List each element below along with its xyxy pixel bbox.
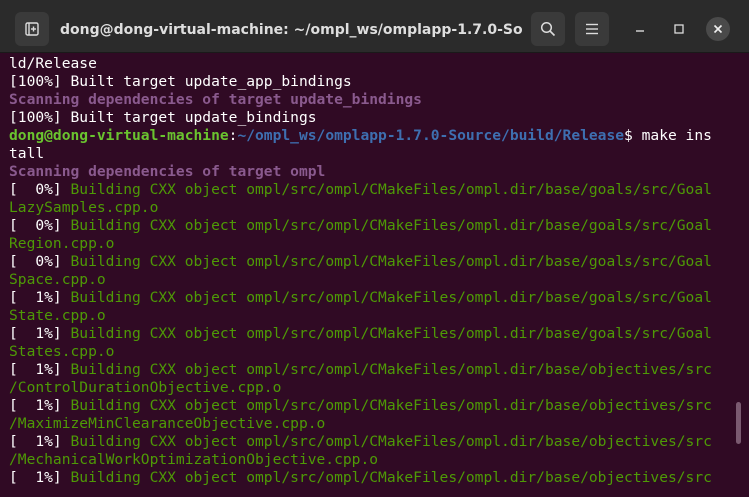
- terminal-text-white: [ 1%]: [9, 325, 71, 342]
- terminal-text-green: Building CXX object ompl/src/ompl/CMakeF…: [70, 181, 712, 198]
- terminal-text-white: [ 1%]: [9, 469, 71, 486]
- terminal-text-green: Space.cpp.o: [9, 271, 106, 288]
- terminal-line: /MechanicalWorkOptimizationObjective.cpp…: [9, 451, 739, 469]
- terminal-text-green: Building CXX object ompl/src/ompl/CMakeF…: [70, 325, 712, 342]
- terminal-text-white: [ 1%]: [9, 289, 71, 306]
- terminal-text-path: ~/ompl_ws/omplapp-1.7.0-Source/build/Rel…: [237, 127, 625, 144]
- terminal-text-green: Building CXX object ompl/src/ompl/CMakeF…: [70, 397, 712, 414]
- minimize-icon: [636, 30, 644, 32]
- terminal-text-purple: Scanning dependencies of target ompl: [9, 163, 326, 180]
- terminal-text-white: [ 1%]: [9, 361, 71, 378]
- terminal-line: /ControlDurationObjective.cpp.o: [9, 379, 739, 397]
- terminal-text-green: State.cpp.o: [9, 307, 106, 324]
- terminal-line: tall: [9, 145, 739, 163]
- terminal-line: Region.cpp.o: [9, 235, 739, 253]
- terminal-text-green: Building CXX object ompl/src/ompl/CMakeF…: [70, 469, 712, 486]
- title-bar: dong@dong-virtual-machine: ~/ompl_ws/omp…: [0, 0, 749, 53]
- terminal-text-user: dong@dong-virtual-machine: [9, 127, 229, 144]
- terminal-text-white: [ 1%]: [9, 397, 71, 414]
- terminal-line: [ 0%] Building CXX object ompl/src/ompl/…: [9, 217, 739, 235]
- terminal-line: [ 1%] Building CXX object ompl/src/ompl/…: [9, 289, 739, 307]
- terminal-line: dong@dong-virtual-machine:~/ompl_ws/ompl…: [9, 127, 739, 145]
- terminal-text-green: Region.cpp.o: [9, 235, 115, 252]
- terminal-text-green: Building CXX object ompl/src/ompl/CMakeF…: [70, 253, 712, 270]
- terminal-line: [ 1%] Building CXX object ompl/src/ompl/…: [9, 325, 739, 343]
- terminal-text-green: /MaximizeMinClearanceObjective.cpp.o: [9, 415, 326, 432]
- terminal-line: Scanning dependencies of target ompl: [9, 163, 739, 181]
- terminal-text-green: Building CXX object ompl/src/ompl/CMakeF…: [70, 217, 712, 234]
- terminal-line: ld/Release: [9, 55, 739, 73]
- terminal-text-green: /MechanicalWorkOptimizationObjective.cpp…: [9, 451, 379, 468]
- terminal-text-green: Building CXX object ompl/src/ompl/CMakeF…: [70, 433, 712, 450]
- terminal-text-green: Building CXX object ompl/src/ompl/CMakeF…: [70, 361, 712, 378]
- terminal-line: Scanning dependencies of target update_b…: [9, 91, 739, 109]
- new-tab-button[interactable]: [15, 12, 49, 46]
- terminal-line: [ 0%] Building CXX object ompl/src/ompl/…: [9, 253, 739, 271]
- terminal-text-purple: Scanning dependencies of target update_b…: [9, 91, 422, 108]
- terminal-line: [ 1%] Building CXX object ompl/src/ompl/…: [9, 433, 739, 451]
- terminal-line: [100%] Built target update_bindings: [9, 109, 739, 127]
- window-title: dong@dong-virtual-machine: ~/ompl_ws/omp…: [60, 22, 522, 38]
- terminal-line: /MaximizeMinClearanceObjective.cpp.o: [9, 415, 739, 433]
- menu-button[interactable]: [575, 12, 609, 46]
- terminal-text-green: LazySamples.cpp.o: [9, 199, 159, 216]
- terminal-line: State.cpp.o: [9, 307, 739, 325]
- terminal-text-white: [ 0%]: [9, 181, 71, 198]
- terminal-line: Space.cpp.o: [9, 271, 739, 289]
- terminal-line: States.cpp.o: [9, 343, 739, 361]
- terminal-line: [100%] Built target update_app_bindings: [9, 73, 739, 91]
- terminal-line: LazySamples.cpp.o: [9, 199, 739, 217]
- new-tab-icon: [25, 22, 39, 36]
- terminal-text-green: Building CXX object ompl/src/ompl/CMakeF…: [70, 289, 712, 306]
- terminal-text-white: [ 0%]: [9, 217, 71, 234]
- terminal-text-white: [100%] Built target update_bindings: [9, 109, 317, 126]
- terminal-text-white: [ 1%]: [9, 433, 71, 450]
- maximize-icon: [674, 24, 684, 34]
- terminal-text-white: $ make ins: [624, 127, 712, 144]
- search-button[interactable]: [531, 12, 565, 46]
- terminal-window: dong@dong-virtual-machine: ~/ompl_ws/omp…: [0, 0, 749, 497]
- terminal-line: [ 1%] Building CXX object ompl/src/ompl/…: [9, 361, 739, 379]
- close-icon: [713, 24, 723, 34]
- terminal-output[interactable]: ld/Release [100%] Built target update_app…: [9, 55, 739, 497]
- close-button[interactable]: [706, 17, 730, 41]
- terminal-text-white: tall: [9, 145, 45, 162]
- terminal-text-green: /ControlDurationObjective.cpp.o: [9, 379, 282, 396]
- terminal-text-white: [ 0%]: [9, 253, 71, 270]
- scrollbar-thumb[interactable]: [736, 402, 741, 444]
- search-icon: [540, 21, 556, 37]
- terminal-line: [ 0%] Building CXX object ompl/src/ompl/…: [9, 181, 739, 199]
- terminal-text-white: [100%] Built target update_app_bindings: [9, 73, 352, 90]
- minimize-button[interactable]: [628, 17, 652, 41]
- hamburger-menu-icon: [586, 23, 598, 35]
- maximize-button[interactable]: [667, 17, 691, 41]
- terminal-text-white: ld/Release: [9, 55, 97, 72]
- terminal-text-green: States.cpp.o: [9, 343, 115, 360]
- terminal-line: [ 1%] Building CXX object ompl/src/ompl/…: [9, 469, 739, 487]
- terminal-line: [ 1%] Building CXX object ompl/src/ompl/…: [9, 397, 739, 415]
